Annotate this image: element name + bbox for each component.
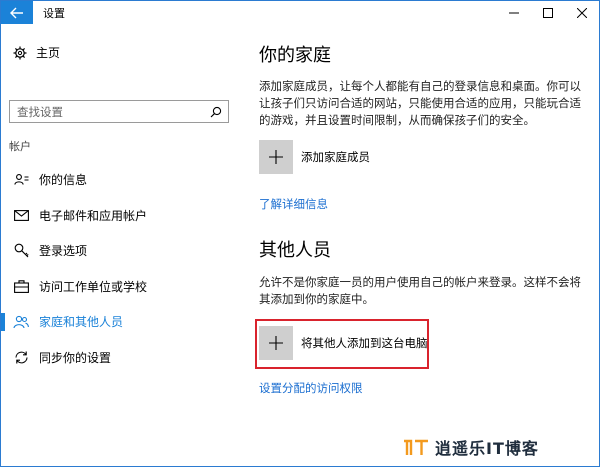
close-icon — [577, 7, 587, 18]
sidebar-item-sync[interactable]: 同步你的设置 — [1, 340, 239, 376]
sidebar-item-family[interactable]: 家庭和其他人员 — [1, 304, 239, 340]
watermark-text: 逍遥乐IT博客 — [435, 439, 539, 458]
search-icon[interactable] — [204, 101, 228, 122]
window-title: 设置 — [43, 7, 65, 20]
mail-icon — [13, 207, 29, 223]
minimize-icon — [509, 12, 519, 13]
watermark-logo — [401, 436, 431, 458]
gear-icon — [13, 46, 27, 59]
sidebar-item-label: 登录选项 — [39, 244, 88, 259]
section-heading: 帐户 — [9, 140, 31, 153]
search-box — [9, 100, 229, 123]
sidebar-item-work-school[interactable]: 访问工作单位或学校 — [1, 269, 239, 305]
highlight-box — [255, 319, 429, 369]
plus-icon — [259, 140, 293, 174]
main-content: 你的家庭 添加家庭成员，让每个人都能有自己的登录信息和桌面。你可以让孩子们只访问… — [239, 24, 599, 466]
sidebar-item-sign-in-options[interactable]: 登录选项 — [1, 233, 239, 269]
back-button[interactable] — [1, 1, 33, 24]
people-icon — [13, 314, 29, 330]
sidebar-item-label: 你的信息 — [39, 173, 88, 188]
sidebar-item-label: 家庭和其他人员 — [39, 315, 124, 330]
assigned-access-link[interactable]: 设置分配的访问权限 — [259, 380, 363, 396]
sidebar: 主页 帐户 你的信息 电子邮件和应用帐户 — [1, 24, 239, 466]
sidebar-item-your-info[interactable]: 你的信息 — [1, 162, 239, 198]
sidebar-item-email-accounts[interactable]: 电子邮件和应用帐户 — [1, 198, 239, 234]
learn-more-link[interactable]: 了解详细信息 — [259, 196, 328, 212]
key-icon — [13, 243, 29, 259]
minimize-button[interactable] — [497, 1, 531, 24]
sync-icon — [13, 349, 29, 365]
family-description: 添加家庭成员，让每个人都能有自己的登录信息和桌面。你可以让孩子们只访问合适的网站… — [259, 79, 581, 127]
home-link[interactable]: 主页 — [13, 44, 60, 61]
add-family-member-label: 添加家庭成员 — [301, 150, 370, 164]
home-label: 主页 — [36, 46, 61, 60]
search-input[interactable] — [10, 101, 204, 122]
arrow-left-icon — [10, 7, 23, 18]
sidebar-nav: 你的信息 电子邮件和应用帐户 登录选项 访问工作单位或学校 家庭和其他人员 同步… — [1, 162, 239, 375]
watermark: 逍遥乐IT博客 — [401, 435, 539, 459]
settings-window: 设置 主页 帐户 — [0, 0, 600, 467]
other-people-heading: 其他人员 — [259, 240, 331, 261]
other-people-description: 允许不是你家庭一员的用户使用自己的帐户来登录。这样不会将其添加到你的家庭中。 — [259, 275, 581, 306]
sidebar-item-label: 电子邮件和应用帐户 — [39, 208, 148, 223]
title-bar: 设置 — [1, 1, 599, 24]
person-card-icon — [13, 172, 29, 188]
sidebar-item-label: 同步你的设置 — [39, 350, 112, 365]
close-button[interactable] — [565, 1, 599, 24]
maximize-button[interactable] — [531, 1, 565, 24]
maximize-icon — [543, 7, 553, 18]
add-family-member-button[interactable]: 添加家庭成员 — [259, 140, 370, 174]
family-heading: 你的家庭 — [259, 45, 331, 66]
briefcase-icon — [13, 278, 29, 294]
sidebar-item-label: 访问工作单位或学校 — [39, 279, 148, 294]
